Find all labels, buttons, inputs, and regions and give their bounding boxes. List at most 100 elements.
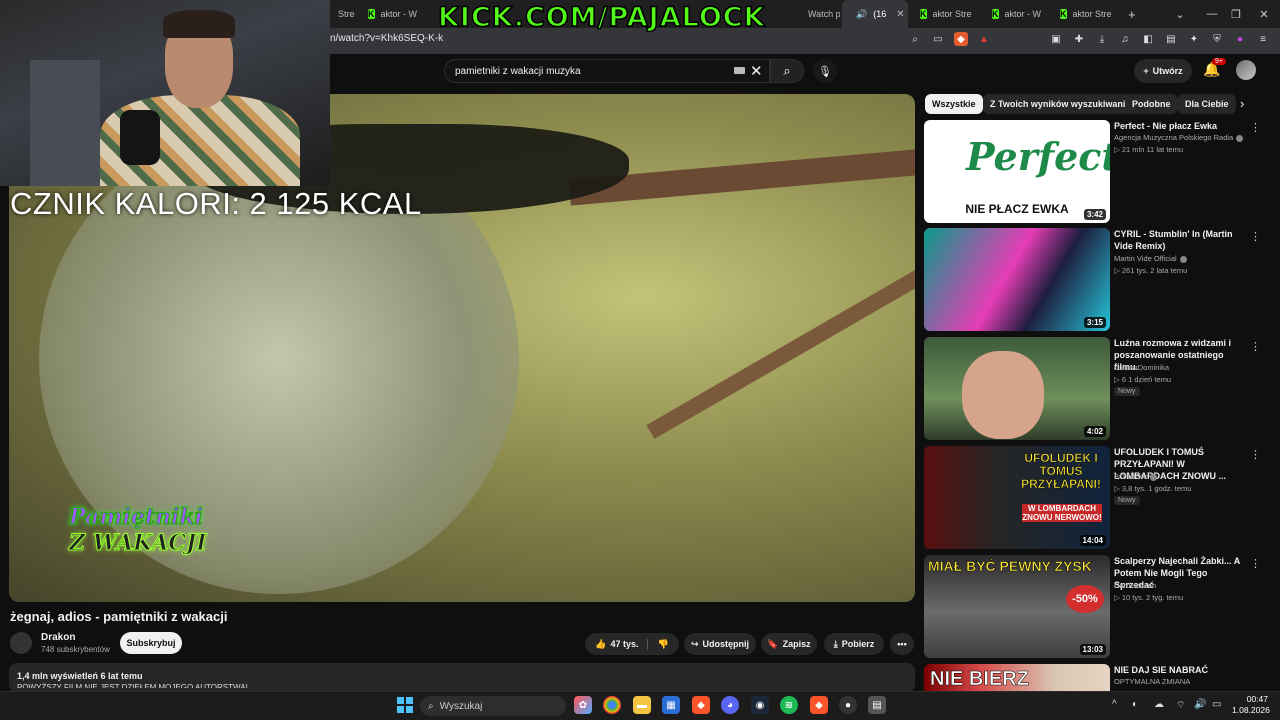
file-explorer-icon[interactable]: ▬ [633, 696, 651, 714]
chevron-up-icon[interactable]: ^ [1112, 699, 1117, 710]
chip-for-you[interactable]: Dla Ciebie [1178, 94, 1236, 114]
wallet-icon[interactable]: ▤ [1164, 32, 1178, 46]
browser-tab[interactable]: Stre [330, 0, 360, 28]
taskbar-search[interactable]: ⌕ Wyszukaj [420, 696, 566, 716]
music-icon[interactable]: ♫ [1118, 32, 1132, 46]
window-close-button[interactable]: ✕ [1244, 0, 1280, 28]
network-icon[interactable]: ⌔ [1176, 699, 1185, 712]
share-label: Udostępnij [702, 639, 750, 649]
thumb-subtext: W LOMBARDACH ZNOWU NERWOWO! [1022, 504, 1102, 522]
dislike-button[interactable]: 👎 [652, 639, 669, 650]
youtube-search-input[interactable]: pamietniki z wakacji muzyka [444, 59, 770, 83]
tray-app-icon[interactable]: ☁ [1154, 699, 1164, 710]
volume-icon[interactable]: 🔊 [1194, 699, 1206, 710]
vpn-icon[interactable]: ⛨ [1210, 32, 1224, 46]
more-icon[interactable]: ⋮ [1250, 230, 1261, 243]
rec-thumbnail[interactable]: MIAŁ BYĆ PEWNY ZYSK -50% 13:03 [924, 555, 1110, 658]
chevron-right-icon[interactable]: › [1240, 96, 1244, 111]
battery-icon[interactable]: ▭ [1212, 699, 1221, 710]
keyboard-icon[interactable] [734, 67, 745, 74]
close-icon[interactable]: ✕ [896, 9, 904, 20]
calorie-counter-overlay: CZNIK KALORI: 2 125 KCAL [10, 186, 422, 221]
subscribe-button[interactable]: Subskrybuj [120, 632, 182, 654]
tab-label: aktor Stre [1072, 9, 1112, 19]
copilot-icon[interactable]: ✿ [574, 696, 592, 714]
rec-thumbnail[interactable]: NIE BIERZ [924, 664, 1110, 691]
download-button[interactable]: ⤓ Pobierz [824, 633, 884, 655]
search-button[interactable]: ⌕ [770, 59, 804, 83]
store-icon[interactable]: ▦ [662, 696, 680, 714]
chip-from-search[interactable]: Z Twoich wyników wyszukiwania [983, 94, 1138, 114]
new-tab-button[interactable]: + [1120, 0, 1144, 28]
download-icon[interactable]: ⤓ [1095, 32, 1109, 46]
steam-icon[interactable]: ◉ [751, 696, 769, 714]
brave-rewards-icon[interactable]: ▲ [977, 32, 991, 46]
share-button[interactable]: ↪ Udostępnij [684, 633, 756, 655]
rec-channel[interactable]: ŁukaszDominika [1114, 363, 1169, 372]
more-icon[interactable]: ⋮ [1250, 557, 1261, 570]
rec-channel[interactable]: Agencja Muzyczna Polskiego Radia [1114, 133, 1244, 142]
like-count: 47 tys. [610, 639, 639, 649]
duration-badge: 4:02 [1083, 426, 1106, 437]
more-icon[interactable]: ⋮ [1250, 340, 1261, 353]
channel-avatar[interactable] [10, 632, 32, 654]
avatar[interactable] [1236, 60, 1256, 80]
more-icon[interactable]: ⋮ [1250, 121, 1261, 134]
new-badge: Nowy [1114, 496, 1140, 505]
clock[interactable]: 00:47 1.08.2026 [1232, 694, 1270, 716]
rec-thumbnail[interactable]: Perfect NIE PŁACZ EWKA 3:42 [924, 120, 1110, 223]
chip-related[interactable]: Podobne [1125, 94, 1178, 114]
menu-icon[interactable]: ≡ [1256, 32, 1270, 46]
browser-tab[interactable]: Watch pa [800, 0, 840, 28]
obs-icon[interactable]: ● [839, 696, 857, 714]
spotify-icon[interactable]: ≋ [780, 696, 798, 714]
rec-thumbnail[interactable]: UFOLUDEK I TOMUŚ PRZYŁAPANI! W LOMBARDAC… [924, 446, 1110, 549]
description-box[interactable] [9, 663, 915, 693]
puzzle-icon[interactable]: ✚ [1072, 32, 1086, 46]
rec-title[interactable]: Perfect - Nie płacz Ewka [1114, 120, 1246, 132]
chip-all[interactable]: Wszystkie [925, 94, 983, 114]
clear-search-icon[interactable]: ✕ [750, 62, 763, 80]
discord-icon[interactable]: ◕ [721, 696, 739, 714]
rec-thumbnail[interactable]: 4:02 [924, 337, 1110, 440]
video-logo: Pamiętniki Z WAKACJI [69, 504, 208, 557]
calculator-icon[interactable]: ▤ [868, 696, 886, 714]
tray-app-icon[interactable]: ◐ [1132, 699, 1138, 710]
brave-icon[interactable]: ◆ [810, 696, 828, 714]
more-icon[interactable]: ⋮ [1250, 448, 1261, 461]
rec-channel-name: Agencja Muzyczna Polskiego Radia [1114, 133, 1234, 142]
rec-meta: ▷ 3,8 tys. 1 godz. temu [1114, 484, 1192, 493]
zoom-icon[interactable]: ⌕ [908, 32, 922, 46]
more-actions-button[interactable]: ••• [890, 633, 914, 655]
sidebar-icon[interactable]: ◧ [1141, 32, 1155, 46]
rec-channel[interactable]: OPTYMALNA ZMIANA [1114, 677, 1190, 686]
rec-channel[interactable]: BORBOtv [1114, 472, 1157, 481]
browser-tab-active[interactable]: 🔊 (16 ✕ [842, 0, 908, 28]
save-button[interactable]: 🔖 Zapisz [761, 633, 817, 655]
extension-icon[interactable]: ▣ [1049, 32, 1063, 46]
chrome-icon[interactable] [603, 696, 621, 714]
thumb-text: MIAŁ BYĆ PEWNY ZYSK [928, 558, 1092, 575]
like-button[interactable]: 👍 47 tys. [595, 638, 648, 650]
leo-icon[interactable]: ✦ [1187, 32, 1201, 46]
brave-shield-icon[interactable]: ◆ [954, 32, 968, 46]
brave-icon[interactable]: ◆ [692, 696, 710, 714]
create-button[interactable]: + Utwórz [1134, 59, 1192, 83]
rec-title[interactable]: CYRIL - Stumblin' In (Martin Vide Remix) [1114, 228, 1246, 252]
voice-search-button[interactable]: 🎙 [813, 59, 837, 83]
rec-channel[interactable]: Martin Vide Official [1114, 254, 1187, 263]
rec-title[interactable]: NIE DAJ SIE NABRAĆ [1114, 664, 1246, 676]
rec-channel[interactable]: CardHorizon [1114, 581, 1156, 590]
browser-tab[interactable]: Kaktor Stre [1052, 0, 1114, 28]
channel-name[interactable]: Drakon [41, 632, 75, 643]
cast-icon[interactable]: ▭ [931, 32, 945, 46]
windows-start-icon[interactable] [397, 697, 413, 713]
rec-thumbnail[interactable]: 3:15 [924, 228, 1110, 331]
browser-tab[interactable]: Kaktor - W [984, 0, 1046, 28]
download-label: Pobierz [841, 639, 875, 649]
browser-tab[interactable]: Kaktor - W [360, 0, 422, 28]
url-field[interactable]: n/watch?v=Khk6SEQ-K-k [330, 33, 443, 44]
browser-tab[interactable]: Kaktor Stre [912, 0, 978, 28]
like-dislike-group: 👍 47 tys. 👎 [585, 633, 679, 655]
profile-icon[interactable]: ● [1233, 32, 1247, 46]
